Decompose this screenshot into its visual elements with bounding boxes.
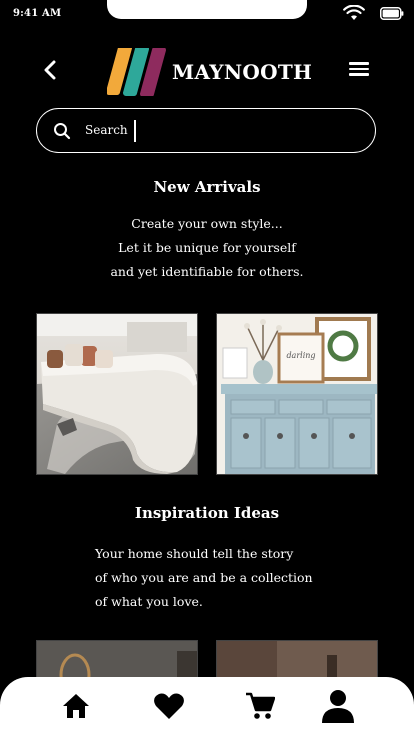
heart-icon — [154, 693, 184, 719]
bottom-tab-bar — [0, 677, 414, 736]
sofa-image — [37, 314, 197, 474]
status-bar: 9:41 AM — [0, 0, 414, 28]
text-caret — [134, 120, 136, 142]
user-icon — [322, 690, 354, 723]
description-line: Your home should tell the story — [95, 546, 294, 561]
inspiration-ideas-title: Inspiration Ideas — [134, 504, 280, 522]
description-line: Create your own style... — [131, 216, 283, 231]
chevron-left-icon — [44, 60, 56, 80]
description-line: of who you are and be a collection — [95, 570, 313, 585]
wifi-icon — [343, 5, 365, 20]
hamburger-menu-icon — [346, 62, 372, 76]
svg-text:darling: darling — [286, 351, 315, 360]
description-line: and yet identifiable for others. — [110, 264, 304, 279]
cart-icon — [246, 692, 275, 719]
brand-name: MAYNOOTH — [172, 60, 313, 84]
app-header: MAYNOOTH — [0, 44, 414, 100]
curved-white-sofa-photo[interactable] — [36, 313, 198, 475]
description-line: of what you love. — [95, 594, 203, 609]
back-button[interactable] — [36, 56, 64, 84]
search-input[interactable] — [85, 120, 325, 140]
battery-icon — [380, 7, 404, 20]
description-line: Let it be unique for yourself — [118, 240, 296, 255]
menu-button[interactable] — [346, 59, 372, 81]
new-arrivals-title: New Arrivals — [153, 178, 261, 196]
maynooth-logo-mark — [107, 48, 166, 96]
status-time: 9:41 AM — [13, 8, 62, 19]
home-icon — [63, 694, 89, 718]
tab-favorites[interactable] — [149, 688, 189, 724]
device-notch — [107, 0, 307, 19]
new-arrivals-description: Create your own style... Let it be uniqu… — [0, 212, 414, 284]
search-bar[interactable] — [36, 108, 376, 153]
inspiration-description: Your home should tell the story of who y… — [95, 542, 395, 614]
tab-cart[interactable] — [240, 688, 280, 724]
sideboard-image: darling — [217, 314, 377, 474]
tab-home[interactable] — [56, 688, 96, 724]
tab-profile[interactable] — [318, 688, 358, 724]
blue-sideboard-photo[interactable]: darling — [216, 313, 378, 475]
search-icon — [54, 123, 71, 140]
